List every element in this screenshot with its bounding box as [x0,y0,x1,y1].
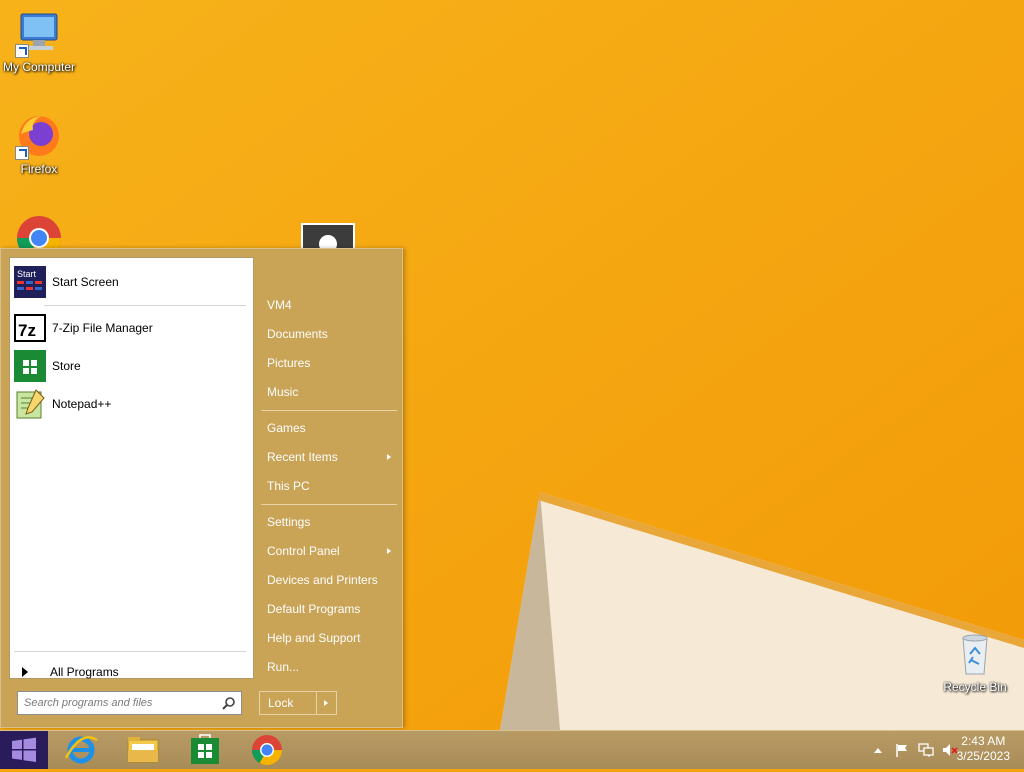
store-icon [14,350,46,382]
menu-item-label: Help and Support [267,631,361,645]
menu-item-label: Devices and Printers [267,573,378,587]
taskbar-internet-explorer[interactable] [57,732,105,768]
menu-item-run[interactable]: Run... [261,655,397,679]
menu-item-control-panel[interactable]: Control Panel [261,539,397,563]
all-programs-label: All Programs [50,665,119,679]
divider [261,410,397,411]
notepad-plus-plus-icon [16,389,45,419]
menu-item-label: Pictures [267,356,311,370]
taskbar: 2:43 AM 3/25/2023 [0,730,1024,769]
program-label: Store [52,359,81,373]
start-menu-places-pane: VM4 Documents Pictures Music Games Recen… [259,249,399,729]
menu-item-devices-and-printers[interactable]: Devices and Printers [261,568,397,592]
menu-item-label: Games [267,421,306,435]
taskbar-file-explorer[interactable] [119,732,167,768]
start-screen-icon-text: Start [17,269,37,279]
program-label: Start Screen [52,275,119,289]
menu-item-music[interactable]: Music [261,380,397,404]
clock-time: 2:43 AM [961,734,1006,748]
menu-item-this-pc[interactable]: This PC [261,474,397,498]
search-input[interactable] [22,692,221,714]
file-explorer-icon [127,737,159,763]
menu-item-label: VM4 [267,298,292,312]
menu-item-label: Run... [267,660,300,674]
divider [316,692,317,714]
menu-item-pictures[interactable]: Pictures [261,351,397,375]
program-label: 7-Zip File Manager [52,321,153,335]
menu-item-default-programs[interactable]: Default Programs [261,597,397,621]
expand-arrow-icon [22,667,28,677]
desktop-icon-label: Recycle Bin [943,680,1007,694]
menu-item-settings[interactable]: Settings [261,510,397,534]
taskbar-clock[interactable]: 2:43 AM 3/25/2023 [957,734,1010,764]
desktop-icon-my-computer[interactable]: My Computer [0,10,78,74]
internet-explorer-icon [64,736,98,764]
menu-item-help-and-support[interactable]: Help and Support [261,626,397,650]
7zip-icon: 7z [14,314,46,342]
menu-item-vm4[interactable]: VM4 [261,293,397,317]
show-hidden-icons-chevron-icon[interactable] [870,742,886,758]
power-options-arrow-icon[interactable] [324,700,328,706]
program-label: Notepad++ [52,397,112,411]
lock-button[interactable]: Lock [259,691,337,715]
search-icon[interactable] [222,696,236,710]
menu-item-label: Documents [267,327,328,341]
shortcut-arrow-icon [15,44,29,58]
recycle-bin-icon [962,634,988,675]
lock-label: Lock [268,696,294,710]
desktop-icon-recycle-bin[interactable]: Recycle Bin [936,630,1014,694]
menu-item-games[interactable]: Games [261,416,397,440]
store-icon [191,734,219,764]
desktop-icon-label: Firefox [20,162,58,176]
shortcut-arrow-icon [15,146,29,160]
menu-item-label: This PC [267,479,310,493]
menu-item-documents[interactable]: Documents [261,322,397,346]
volume-muted-icon[interactable] [942,742,958,758]
windows-logo-icon [12,737,36,762]
start-menu: Start Start Screen 7z 7-Zip File Manager [0,248,403,728]
start-screen-icon: Start [14,266,46,298]
submenu-arrow-icon [387,548,391,554]
taskbar-store[interactable] [181,732,229,768]
program-notepad-plus-plus[interactable]: Notepad++ [14,388,246,420]
menu-item-recent-items[interactable]: Recent Items [261,445,397,469]
program-store[interactable]: Store [14,350,246,382]
desktop-icon-firefox[interactable]: Firefox [0,112,78,176]
pinned-programs-pane: Start Start Screen 7z 7-Zip File Manager [9,257,254,679]
menu-item-label: Settings [267,515,311,529]
submenu-arrow-icon [387,454,391,460]
divider [44,305,246,306]
taskbar-chrome[interactable] [243,732,291,768]
divider [14,651,246,652]
menu-item-label: Music [267,385,299,399]
7zip-icon-text: 7z [18,321,36,340]
start-button[interactable] [0,731,48,769]
start-search-box[interactable] [17,691,242,715]
divider [261,504,397,505]
chrome-icon [252,735,282,766]
system-tray: 2:43 AM 3/25/2023 [844,731,1024,769]
menu-item-label: Recent Items [267,450,338,464]
clock-date: 3/25/2023 [956,749,1010,763]
all-programs-button[interactable]: All Programs [18,659,248,685]
menu-item-label: Default Programs [267,602,361,616]
program-start-screen[interactable]: Start Start Screen [14,266,246,298]
network-icon[interactable] [918,742,934,758]
action-center-flag-icon[interactable] [894,742,910,758]
program-7zip[interactable]: 7z 7-Zip File Manager [14,312,246,344]
desktop-icon-label: My Computer [2,60,76,74]
menu-item-label: Control Panel [267,544,340,558]
